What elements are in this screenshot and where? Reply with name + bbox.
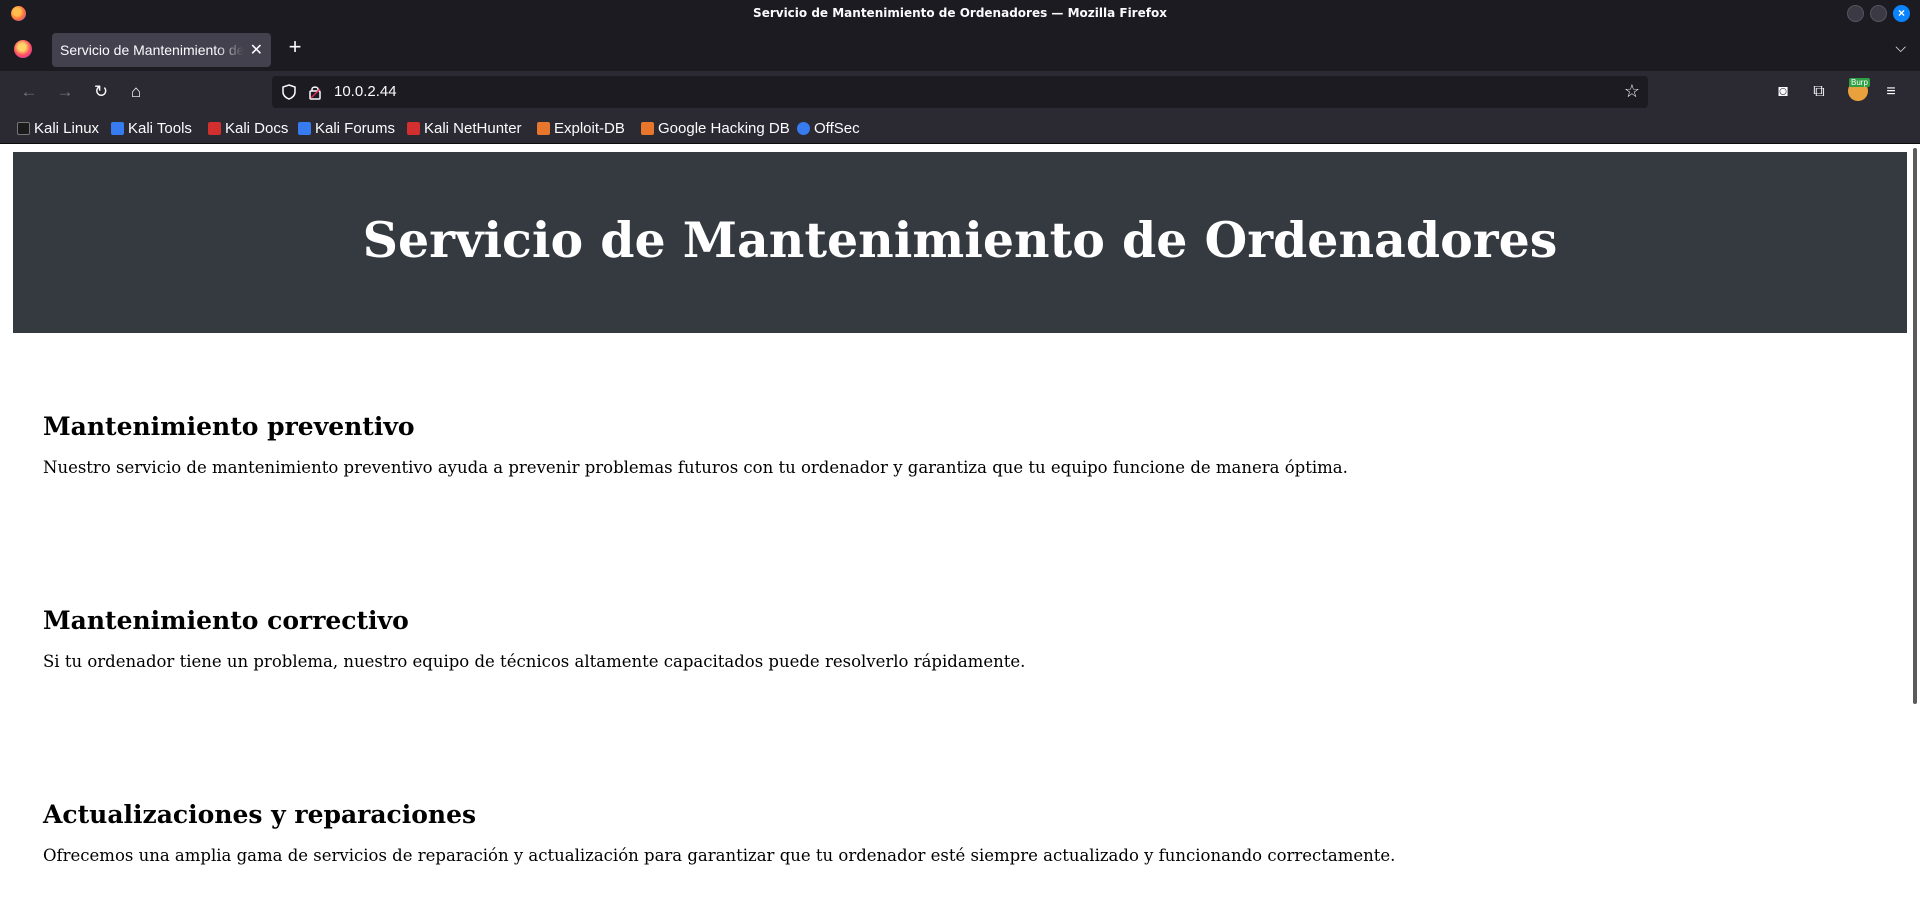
bookmark-kali-tools[interactable]: Kali Tools xyxy=(111,120,192,137)
bookmark-offsec[interactable]: OffSec xyxy=(797,120,860,137)
bookmark-star-icon[interactable]: ☆ xyxy=(1624,81,1640,102)
lock-icon[interactable] xyxy=(308,84,322,100)
bookmark-label: OffSec xyxy=(814,120,860,137)
window-titlebar: Servicio de Mantenimiento de Ordenadores… xyxy=(0,0,1920,27)
tab-active[interactable]: Servicio de Mantenimiento de Ordenadores… xyxy=(52,33,271,67)
section-preventive: Mantenimiento preventivo Nuestro servici… xyxy=(43,412,1883,477)
bookmarks-toolbar: Kali Linux Kali Tools Kali Docs Kali For… xyxy=(0,113,1920,144)
burp-extension-icon[interactable]: Burp xyxy=(1848,78,1870,101)
kali-tools-icon xyxy=(111,122,124,135)
bookmark-label: Kali Docs xyxy=(225,120,289,137)
url-bar[interactable]: 10.0.2.44 ☆ xyxy=(272,76,1648,108)
burp-badge: Burp xyxy=(1849,78,1870,87)
bookmark-label: Exploit-DB xyxy=(554,120,625,137)
kali-docs-icon xyxy=(208,122,221,135)
pocket-icon[interactable]: ◙ xyxy=(1771,80,1795,104)
bookmark-label: Google Hacking DB xyxy=(658,120,790,137)
reload-button[interactable]: ↻ xyxy=(89,80,113,104)
firefox-view-icon[interactable] xyxy=(14,40,32,58)
kali-dragon-icon xyxy=(17,122,30,135)
section-updates-repairs: Actualizaciones y reparaciones Ofrecemos… xyxy=(43,800,1883,865)
bookmark-google-hacking-db[interactable]: Google Hacking DB xyxy=(641,120,790,137)
extensions-icon[interactable]: ⧉ xyxy=(1807,80,1831,104)
section-heading: Mantenimiento preventivo xyxy=(43,412,415,441)
forward-button[interactable]: → xyxy=(53,80,77,104)
minimize-button[interactable] xyxy=(1847,5,1864,22)
bookmark-label: Kali NetHunter xyxy=(424,120,522,137)
bookmark-exploit-db[interactable]: Exploit-DB xyxy=(537,120,625,137)
back-button[interactable]: ← xyxy=(17,80,41,104)
ghdb-icon xyxy=(641,122,654,135)
new-tab-button[interactable]: + xyxy=(285,36,305,58)
bookmark-label: Kali Tools xyxy=(128,120,192,137)
exploit-db-icon xyxy=(537,122,550,135)
bookmark-label: Kali Linux xyxy=(34,120,100,137)
section-body: Ofrecemos una amplia gama de servicios d… xyxy=(43,846,1396,865)
url-text: 10.0.2.44 xyxy=(334,83,397,100)
navigation-bar: ← → ↻ ⌂ 10.0.2.44 ☆ ◙ ⧉ Burp ≡ xyxy=(0,71,1920,113)
tab-list-chevron-icon[interactable]: ⌵ xyxy=(1895,39,1906,56)
close-window-button[interactable]: × xyxy=(1893,5,1910,22)
page-header: Servicio de Mantenimiento de Ordenadores xyxy=(13,152,1907,333)
section-heading: Actualizaciones y reparaciones xyxy=(43,800,477,829)
page-viewport: Servicio de Mantenimiento de Ordenadores… xyxy=(0,144,1920,923)
bookmark-kali-linux[interactable]: Kali Linux xyxy=(17,120,99,137)
menu-hamburger-icon[interactable]: ≡ xyxy=(1879,80,1903,104)
bookmark-kali-docs[interactable]: Kali Docs xyxy=(208,120,288,137)
section-corrective: Mantenimiento correctivo Si tu ordenador… xyxy=(43,606,1883,671)
kali-forums-icon xyxy=(298,122,311,135)
tab-label: Servicio de Mantenimiento de Ordenadores xyxy=(60,42,244,58)
window-title: Servicio de Mantenimiento de Ordenadores… xyxy=(753,6,1167,20)
home-button[interactable]: ⌂ xyxy=(124,80,148,104)
tab-strip: Servicio de Mantenimiento de Ordenadores… xyxy=(0,27,1920,71)
shield-icon[interactable] xyxy=(282,84,296,100)
section-body: Si tu ordenador tiene un problema, nuest… xyxy=(43,652,1026,671)
bookmark-kali-forums[interactable]: Kali Forums xyxy=(298,120,395,137)
offsec-icon xyxy=(797,122,810,135)
section-body: Nuestro servicio de mantenimiento preven… xyxy=(43,458,1348,477)
kali-nethunter-icon xyxy=(407,122,420,135)
page-scrollbar[interactable] xyxy=(1910,144,1920,923)
bookmark-kali-nethunter[interactable]: Kali NetHunter xyxy=(407,120,522,137)
scrollbar-thumb[interactable] xyxy=(1913,148,1917,704)
tab-close-icon[interactable]: ✕ xyxy=(250,40,263,60)
section-heading: Mantenimiento correctivo xyxy=(43,606,409,635)
page-title: Servicio de Mantenimiento de Ordenadores xyxy=(362,211,1558,269)
maximize-button[interactable] xyxy=(1870,5,1887,22)
bookmark-label: Kali Forums xyxy=(315,120,396,137)
